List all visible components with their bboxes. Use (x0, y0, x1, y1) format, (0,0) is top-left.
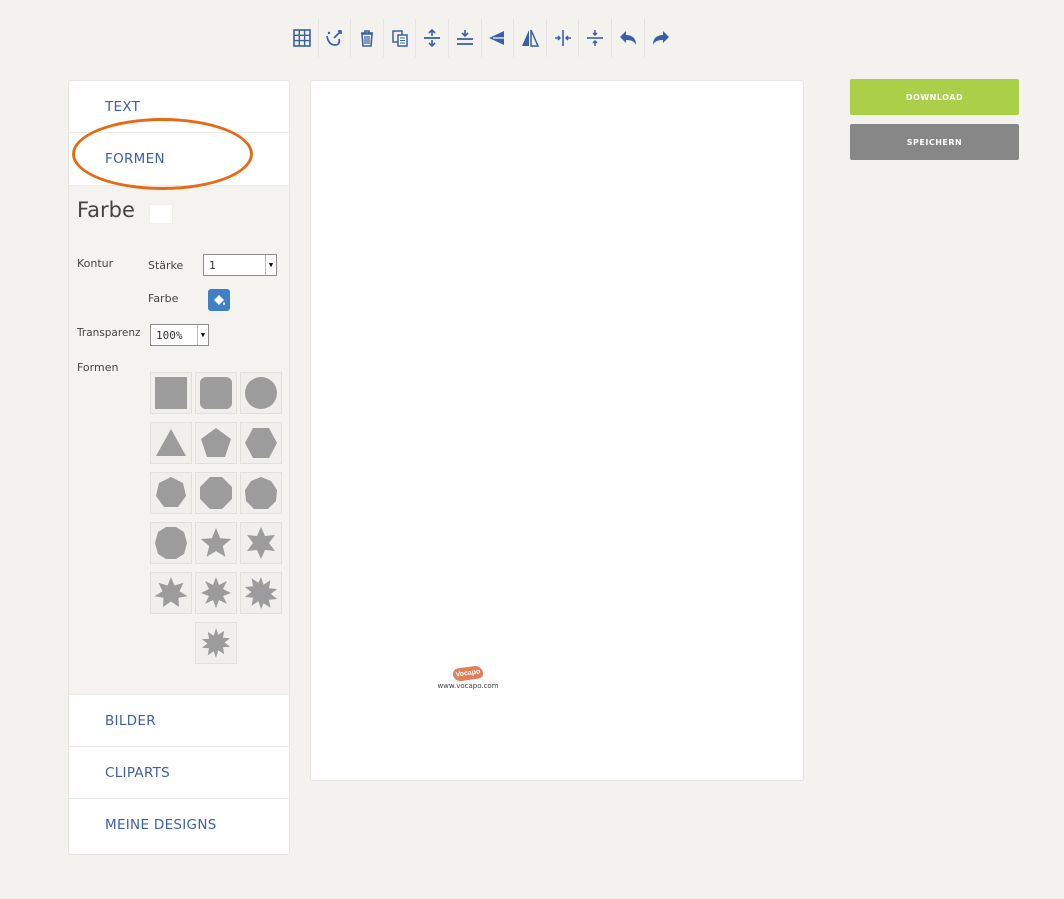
grid-button[interactable] (286, 19, 319, 57)
nonagon-icon (245, 477, 277, 509)
shape-triangle[interactable] (150, 422, 192, 464)
octagon-icon (200, 477, 232, 509)
undo-button[interactable] (612, 19, 645, 57)
shape-heptagon[interactable] (150, 472, 192, 514)
grid-icon (292, 29, 311, 47)
transparenz-value: 100% (156, 328, 183, 342)
sidebar-item-bilder[interactable]: BILDER (69, 695, 289, 747)
farbe-title: Farbe (77, 198, 135, 222)
fill-color-swatch[interactable] (149, 204, 173, 224)
shape-star-8[interactable] (195, 572, 237, 614)
shape-nonagon[interactable] (240, 472, 282, 514)
shape-star-7[interactable] (150, 572, 192, 614)
square-icon (155, 377, 187, 409)
staerke-value: 1 (209, 258, 216, 272)
center-horizontal-button[interactable] (547, 19, 580, 57)
kontur-farbe-label: Farbe (148, 292, 179, 305)
logo-url: www.vocapo.com (437, 682, 499, 690)
sidebar-panel: TEXT FORMEN Farbe Kontur Stärke 1 ▼ Farb… (68, 80, 290, 855)
shape-hexagon[interactable] (240, 422, 282, 464)
shape-rounded-square[interactable] (195, 372, 237, 414)
heptagon-icon (156, 477, 186, 507)
circle-icon (245, 377, 277, 409)
center-vertical-button[interactable] (579, 19, 612, 57)
star-8-icon (201, 577, 231, 608)
align-top-button[interactable] (416, 19, 449, 57)
kontur-label: Kontur (77, 257, 114, 270)
brand-logo: Vocapo www.vocapo.com (433, 664, 503, 690)
toolbar (286, 19, 677, 57)
redo-button[interactable] (645, 19, 678, 57)
center-horizontal-icon (554, 30, 571, 46)
sidebar-item-text[interactable]: TEXT (69, 81, 289, 133)
shape-star-5[interactable] (195, 522, 237, 564)
align-middle-button[interactable] (449, 19, 482, 57)
star-6-icon (247, 527, 275, 559)
clear-button[interactable] (319, 19, 352, 57)
staerke-select[interactable]: 1 ▼ (203, 254, 277, 276)
star-7-icon (154, 577, 188, 607)
sidebar-item-cliparts[interactable]: CLIPARTS (69, 747, 289, 799)
copy-icon (391, 30, 408, 47)
shape-pentagon[interactable] (195, 422, 237, 464)
shape-star-6[interactable] (240, 522, 282, 564)
save-button[interactable]: SPEICHERN (850, 124, 1019, 160)
undo-icon (619, 31, 636, 45)
sidebar-item-meine-designs[interactable]: MEINE DESIGNS (69, 799, 289, 851)
shape-star-9[interactable] (240, 572, 282, 614)
design-canvas[interactable]: Vocapo www.vocapo.com (310, 80, 804, 781)
hexagon-icon (245, 428, 277, 458)
flip-horizontal-icon (521, 29, 540, 47)
staerke-label: Stärke (148, 259, 184, 272)
flip-button[interactable] (514, 19, 547, 57)
download-button[interactable]: DOWNLOAD (850, 79, 1019, 115)
align-middle-icon (456, 30, 473, 45)
center-vertical-icon (587, 30, 604, 46)
rounded-square-icon (200, 377, 232, 409)
star-5-icon (200, 528, 232, 557)
shape-octagon[interactable] (195, 472, 237, 514)
shape-circle[interactable] (240, 372, 282, 414)
logo-mark: Vocapo (452, 664, 484, 683)
chevron-down-icon: ▼ (197, 325, 208, 345)
shape-star-10[interactable] (195, 622, 237, 664)
formen-label: Formen (77, 361, 119, 374)
chevron-down-icon: ▼ (265, 255, 276, 275)
star-10-icon (201, 628, 231, 658)
stroke-color-button[interactable] (208, 289, 230, 311)
arrow-left-icon (489, 31, 505, 45)
paint-bucket-icon (214, 295, 225, 305)
triangle-icon (156, 429, 186, 456)
delete-button[interactable] (351, 19, 384, 57)
transparenz-select[interactable]: 100% ▼ (150, 324, 209, 346)
trash-icon (360, 30, 373, 47)
decagon-icon (155, 527, 187, 559)
shape-decagon[interactable] (150, 522, 192, 564)
redo-icon (652, 31, 669, 45)
align-top-icon (424, 28, 441, 48)
formen-panel: Farbe Kontur Stärke 1 ▼ Farbe Transparen… (69, 185, 289, 695)
arrow-left-button[interactable] (482, 19, 515, 57)
shape-square[interactable] (150, 372, 192, 414)
transparenz-label: Transparenz (77, 327, 141, 339)
sidebar-item-formen[interactable]: FORMEN (69, 133, 289, 185)
clear-icon (326, 30, 343, 46)
pentagon-icon (201, 428, 231, 457)
copy-button[interactable] (384, 19, 417, 57)
star-9-icon (244, 577, 278, 609)
